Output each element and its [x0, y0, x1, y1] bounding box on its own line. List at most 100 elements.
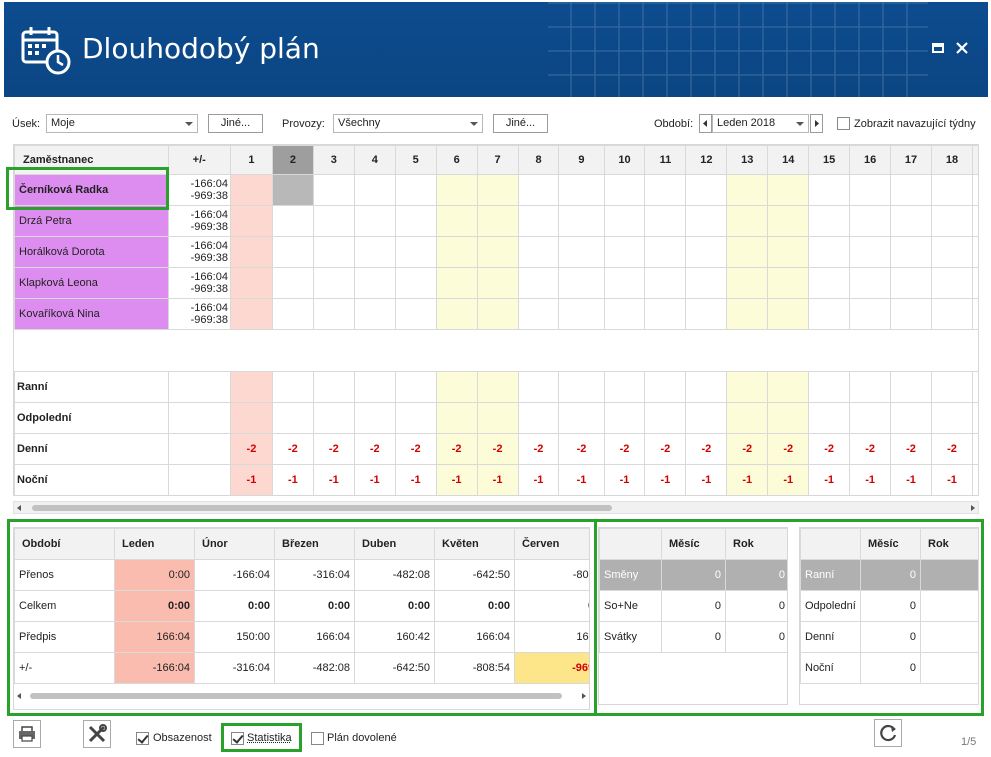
plan-dovolene-checkbox[interactable] — [311, 732, 324, 745]
close-icon[interactable] — [954, 40, 970, 56]
day-cell[interactable] — [931, 267, 973, 299]
day-cell[interactable] — [435, 267, 478, 299]
employee-row[interactable]: Kovaříková Nina -166:04 -969:38 — [14, 298, 978, 330]
day-header[interactable]: 18 — [931, 145, 973, 175]
day-cell[interactable] — [271, 174, 314, 206]
day-cell[interactable] — [435, 205, 478, 237]
usek-select[interactable]: Moje — [46, 114, 198, 133]
day-cell[interactable] — [971, 174, 978, 206]
employee-row[interactable]: Klapková Leona -166:04 -969:38 — [14, 267, 978, 299]
day-cell[interactable] — [229, 267, 273, 299]
day-cell[interactable] — [767, 298, 810, 330]
day-cell[interactable] — [931, 298, 973, 330]
day-cell[interactable] — [685, 267, 728, 299]
day-cell[interactable] — [931, 174, 973, 206]
day-cell[interactable] — [229, 205, 273, 237]
day-cell[interactable] — [603, 205, 646, 237]
day-cell[interactable] — [476, 236, 519, 268]
day-cell[interactable] — [726, 298, 769, 330]
day-cell[interactable] — [767, 236, 810, 268]
stats-header[interactable]: Květen — [434, 528, 515, 560]
day-header[interactable]: 9 — [558, 145, 605, 175]
day-cell[interactable] — [685, 174, 728, 206]
day-cell[interactable] — [558, 205, 605, 237]
stats-header[interactable]: Únor — [194, 528, 275, 560]
day-cell[interactable] — [685, 298, 728, 330]
scroll-left-icon[interactable] — [17, 505, 21, 511]
day-cell[interactable] — [808, 174, 851, 206]
day-cell[interactable] — [726, 267, 769, 299]
day-cell[interactable] — [517, 267, 560, 299]
grid-horizontal-scrollbar[interactable] — [13, 501, 979, 514]
day-cell[interactable] — [517, 205, 560, 237]
day-cell[interactable] — [808, 267, 851, 299]
stats-header[interactable]: Duben — [354, 528, 435, 560]
day-header[interactable]: 6 — [435, 145, 478, 175]
day-cell[interactable] — [726, 205, 769, 237]
employee-name[interactable]: Horálková Dorota — [14, 236, 169, 268]
day-cell[interactable] — [644, 174, 687, 206]
day-header[interactable]: 19 — [971, 145, 978, 175]
day-cell[interactable] — [229, 236, 273, 268]
day-cell[interactable] — [685, 205, 728, 237]
day-cell[interactable] — [603, 236, 646, 268]
day-header[interactable]: 13 — [726, 145, 769, 175]
day-cell[interactable] — [229, 298, 273, 330]
day-cell[interactable] — [271, 236, 314, 268]
day-cell[interactable] — [849, 298, 892, 330]
scrollbar-thumb[interactable] — [32, 505, 612, 511]
day-cell[interactable] — [476, 174, 519, 206]
prev-period-button[interactable] — [699, 114, 712, 133]
stats-horizontal-scrollbar[interactable] — [14, 690, 589, 703]
day-cell[interactable] — [394, 298, 437, 330]
scrollbar-thumb[interactable] — [30, 693, 562, 699]
day-header[interactable]: 8 — [517, 145, 560, 175]
stats-header[interactable]: Březen — [274, 528, 355, 560]
day-cell[interactable] — [726, 236, 769, 268]
day-cell[interactable] — [644, 267, 687, 299]
day-cell[interactable] — [353, 298, 396, 330]
day-cell[interactable] — [767, 267, 810, 299]
employee-row[interactable]: Drzá Petra -166:04 -969:38 — [14, 205, 978, 237]
day-cell[interactable] — [558, 267, 605, 299]
usek-other-button[interactable]: Jiné... — [208, 114, 263, 133]
day-cell[interactable] — [394, 267, 437, 299]
day-header[interactable]: 4 — [353, 145, 396, 175]
scroll-left-icon[interactable] — [17, 693, 21, 699]
settings-button[interactable] — [83, 720, 111, 748]
next-period-button[interactable] — [810, 114, 823, 133]
day-cell[interactable] — [685, 236, 728, 268]
statistika-checkbox[interactable] — [231, 732, 244, 745]
day-cell[interactable] — [271, 267, 314, 299]
day-cell[interactable] — [849, 174, 892, 206]
employee-name[interactable]: Černíková Radka — [14, 174, 169, 206]
day-cell[interactable] — [271, 205, 314, 237]
day-cell[interactable] — [726, 174, 769, 206]
day-cell[interactable] — [849, 205, 892, 237]
day-cell[interactable] — [558, 298, 605, 330]
day-cell[interactable] — [603, 174, 646, 206]
scroll-right-icon[interactable] — [971, 505, 975, 511]
day-cell[interactable] — [971, 205, 978, 237]
day-header[interactable]: 17 — [890, 145, 932, 175]
day-cell[interactable] — [767, 174, 810, 206]
day-header[interactable]: 7 — [476, 145, 519, 175]
employee-row[interactable]: Horálková Dorota -166:04 -969:38 — [14, 236, 978, 268]
day-header[interactable]: 5 — [394, 145, 437, 175]
day-cell[interactable] — [394, 205, 437, 237]
employee-name[interactable]: Kovaříková Nina — [14, 298, 169, 330]
employee-column-header[interactable]: Zaměstnanec — [14, 145, 169, 175]
day-cell[interactable] — [394, 174, 437, 206]
day-cell[interactable] — [890, 236, 932, 268]
employee-row[interactable]: Černíková Radka -166:04 -969:38 — [14, 174, 978, 206]
day-cell[interactable] — [312, 298, 355, 330]
day-cell[interactable] — [971, 267, 978, 299]
obsazenost-checkbox[interactable] — [136, 732, 149, 745]
day-cell[interactable] — [808, 298, 851, 330]
maximize-icon[interactable] — [930, 40, 946, 56]
provozy-other-button[interactable]: Jiné... — [493, 114, 548, 133]
day-cell[interactable] — [644, 298, 687, 330]
day-cell[interactable] — [312, 205, 355, 237]
day-cell[interactable] — [603, 267, 646, 299]
day-cell[interactable] — [435, 174, 478, 206]
